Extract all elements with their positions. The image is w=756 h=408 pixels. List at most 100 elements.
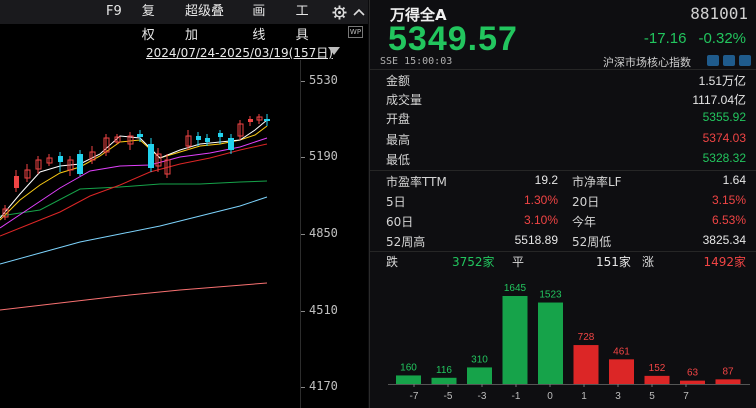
stat-label: 最高: [386, 133, 411, 147]
ratio-label: 市净率LF: [572, 175, 622, 189]
tools-button[interactable]: 工具: [286, 0, 329, 43]
stat-value: 5374.03: [702, 131, 746, 145]
hist-bar-label: 1523: [539, 290, 562, 301]
security-code: 881001: [690, 4, 748, 23]
hist-x-tick-label: 7: [683, 391, 689, 402]
ratio-value: 6.53%: [711, 213, 746, 227]
up-label: 涨: [642, 255, 655, 269]
share-icon[interactable]: [739, 55, 751, 66]
y-tick: 4510: [309, 303, 338, 317]
stat-high: 最高 5374.03: [386, 131, 746, 149]
ratio-row: 市盈率TTM 19.2 市净率LF 1.64: [386, 173, 746, 191]
ratio-row: 52周高 5518.89 52周低 3825.34: [386, 233, 746, 251]
wp-badge[interactable]: WP: [348, 26, 363, 38]
draw-line-button[interactable]: 画线: [242, 0, 285, 43]
price-axis: 5530 5190 4850 4510 4170: [300, 60, 368, 408]
hist-bar: [680, 380, 705, 384]
change-distribution-chart: 160 116 310 1645 1523 728 461 152 63 87 -7 -5 -3 -1 0 1…: [388, 283, 750, 402]
hist-x-tick-label: 1: [581, 391, 587, 402]
ma30-line: [0, 143, 268, 237]
hist-bar: [644, 375, 670, 384]
hist-x-tick-label: 5: [649, 391, 655, 402]
hist-x-tick-label: 3: [615, 391, 621, 402]
stat-volume: 成交量 1117.04亿: [386, 91, 746, 109]
stat-value: 5328.32: [702, 151, 746, 165]
ma120-line: [0, 196, 268, 265]
hist-x-tick-label: -1: [512, 391, 521, 402]
date-range-label[interactable]: 2024/07/24-2025/03/19(157日): [146, 44, 333, 61]
ratio-value: 3.10%: [523, 213, 558, 227]
change-value: -17.16: [643, 30, 687, 47]
ratio-label: 20日: [572, 195, 600, 209]
stat-open: 开盘 5355.92: [386, 110, 746, 128]
hist-bar-label: 87: [722, 366, 734, 377]
hist-x-tick-label: -5: [444, 391, 453, 402]
hist-bar-label: 461: [613, 346, 630, 357]
hist-bar-label: 63: [687, 368, 699, 379]
kline-panel: F9 复权 超级叠加 画线 工具 WP 2024/07/24-2025/03/1…: [0, 0, 368, 408]
flat-label: 平: [512, 255, 525, 269]
hist-bar: [502, 296, 528, 384]
down-count: 3752家: [452, 255, 495, 269]
kline-chart[interactable]: [0, 60, 300, 408]
gear-icon[interactable]: [329, 0, 349, 24]
ratio-row: 5日 1.30% 20日 3.15%: [386, 193, 746, 211]
price-change: -17.16 -0.32%: [632, 30, 746, 47]
date-range-bar: 2024/07/24-2025/03/19(157日): [0, 42, 368, 60]
chart-toolbar: F9 复权 超级叠加 画线 工具: [0, 0, 368, 43]
market-breadth: 跌 3752家 平 151家 涨 1492家: [386, 253, 746, 271]
ratio-label: 今年: [572, 215, 597, 229]
ratio-value: 3.15%: [711, 193, 746, 207]
hist-bar: [609, 359, 634, 384]
hist-x-tick-label: -3: [478, 391, 487, 402]
dropdown-caret-icon[interactable]: [328, 47, 340, 55]
hist-bar-label: 160: [400, 362, 417, 373]
link-icon[interactable]: [723, 55, 735, 66]
hist-bar: [396, 375, 421, 384]
ratio-label: 60日: [386, 215, 414, 229]
stat-label: 成交量: [386, 93, 423, 107]
hist-x-tick-label: 0: [547, 391, 553, 402]
last-price: 5349.57: [388, 20, 518, 58]
adjust-button[interactable]: 复权: [132, 0, 175, 43]
ma250-line: [0, 282, 268, 311]
stat-label: 最低: [386, 153, 411, 167]
up-count: 1492家: [703, 255, 746, 269]
down-label: 跌: [386, 255, 399, 269]
ratio-label: 5日: [386, 195, 406, 209]
ma60-line: [0, 180, 268, 217]
hist-bar: [431, 377, 457, 384]
y-tick: 4850: [309, 226, 338, 240]
hist-bar: [573, 345, 599, 384]
exchange-time: SSE 15:00:03: [380, 56, 453, 67]
hist-bar: [467, 367, 492, 384]
stat-label: 开盘: [386, 112, 411, 126]
hist-bar-label: 116: [436, 365, 452, 376]
flat-count: 151家: [596, 255, 631, 269]
change-percent: -0.32%: [698, 30, 746, 47]
ratio-label: 52周高: [386, 235, 426, 249]
stat-amount: 金额 1.51万亿: [386, 72, 746, 90]
hist-x-tick-label: -7: [410, 391, 419, 402]
index-category-label[interactable]: 沪深市场核心指数: [603, 54, 691, 70]
ratio-value: 19.2: [534, 173, 558, 187]
stat-value: 1.51万亿: [698, 74, 746, 88]
ratio-row: 60日 3.10% 今年 6.53%: [386, 213, 746, 231]
edit-icon[interactable]: [707, 55, 719, 66]
stat-value: 5355.92: [702, 110, 746, 124]
hist-bar-label: 310: [471, 354, 488, 365]
hist-bar-label: 1645: [504, 283, 527, 294]
candles: [2, 114, 270, 220]
ratio-value: 3825.34: [702, 233, 746, 247]
y-tick: 4170: [309, 379, 338, 393]
f9-button[interactable]: F9: [98, 0, 132, 24]
overlay-button[interactable]: 超级叠加: [175, 0, 242, 43]
ratio-label: 52周低: [572, 235, 612, 249]
y-tick: 5190: [309, 149, 338, 163]
chevron-up-icon[interactable]: [349, 0, 368, 24]
hist-bar-label: 152: [649, 363, 666, 374]
ratio-value: 5518.89: [514, 233, 558, 247]
y-tick: 5530: [309, 73, 338, 87]
hist-bar-label: 728: [578, 332, 595, 343]
stat-value: 1117.04亿: [692, 93, 746, 107]
